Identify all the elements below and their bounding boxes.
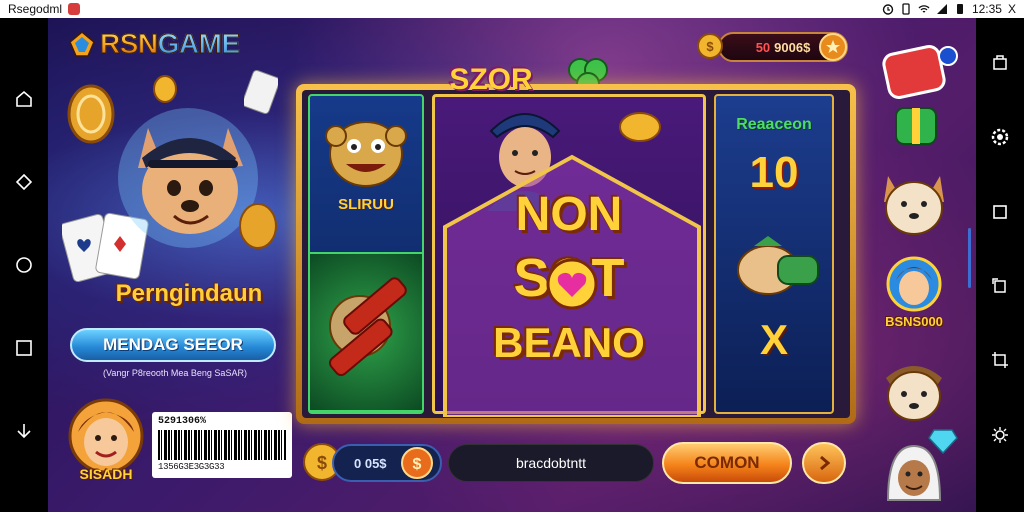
status-bar: Rsegodml 12:35 X: [0, 0, 1024, 18]
settings-button[interactable]: [986, 123, 1014, 151]
balance-value: 9006$: [774, 39, 811, 55]
rotate-icon: [992, 278, 1006, 293]
logo-mark-icon: [69, 31, 95, 57]
logo-text: RSNGAME: [100, 28, 241, 60]
wifi-icon: [918, 5, 930, 13]
dog-avatar-icon[interactable]: [866, 168, 962, 238]
gem-icon: [928, 429, 958, 454]
game-logo: RSNGAME: [68, 28, 241, 60]
add-coins-button[interactable]: [818, 32, 848, 62]
promo-subtitle: (Vangr P8reooth Mea Beng SaSAR): [103, 368, 247, 378]
back-button[interactable]: [10, 168, 38, 196]
scrollbar[interactable]: [968, 228, 971, 288]
square-icon: [16, 339, 32, 356]
reel-1-top: SLIRUU: [310, 96, 422, 254]
promo-title: Perngindaun: [115, 280, 263, 307]
svg-text:$: $: [317, 453, 327, 473]
dog-cap-avatar-icon[interactable]: [866, 354, 962, 424]
right-nav-bar: [976, 18, 1024, 512]
reel-3-multiplier: X: [759, 316, 788, 363]
reel-3[interactable]: Reaaceon 10 X: [714, 94, 834, 414]
home-button[interactable]: [10, 85, 38, 113]
rotate-button[interactable]: [986, 272, 1014, 300]
reel-3-number: 10: [749, 148, 799, 197]
slot-machine: SLIRUU NON BEANO Reaaceon 10 X: [296, 84, 856, 424]
center-line-3: BEANO: [493, 319, 645, 366]
game-area: RSNGAME Perngindaun MENDAG SEEOR (Vangr …: [48, 18, 976, 512]
svg-text:$: $: [413, 456, 422, 473]
vibrate-icon: [902, 3, 910, 15]
crop-icon: [992, 352, 1008, 369]
dog-mascot-icon: [118, 108, 277, 249]
back-icon: [15, 174, 33, 191]
battery-icon: [956, 4, 963, 14]
coin-icon: $: [697, 33, 723, 59]
next-button[interactable]: [802, 442, 846, 484]
left-nav-bar: [0, 18, 48, 512]
promo-button[interactable]: MENDAG SEEOR: [70, 328, 276, 362]
reel-1-bottom: [310, 254, 422, 412]
square-button[interactable]: [10, 334, 38, 362]
alarm-icon: [882, 4, 894, 15]
barcode-card: 5291306% 1356G3E3G3G33: [152, 412, 292, 478]
player-name-input[interactable]: bracdobtntt: [448, 444, 654, 482]
monster-symbol-icon: [325, 121, 407, 187]
reel-1[interactable]: SLIRUU: [308, 94, 424, 414]
home-icon: [16, 91, 32, 108]
player-avatar-icon[interactable]: [866, 254, 962, 314]
brightness-button[interactable]: [986, 421, 1014, 449]
settings-icon: [991, 129, 1009, 146]
reel-1-label: SLIRUU: [338, 196, 394, 213]
svg-text:$: $: [706, 39, 714, 54]
overview-button[interactable]: [986, 198, 1014, 226]
circle-icon: [16, 257, 32, 273]
logo-text-b: GAME: [157, 28, 241, 60]
download-button[interactable]: [10, 417, 38, 445]
barcode-top-text: 5291306%: [158, 416, 207, 427]
app-badge-icon: [68, 3, 81, 15]
screenshot-icon: [993, 55, 1007, 70]
circle-button[interactable]: [10, 251, 38, 279]
barcode-number: 1356G3E3G3G33: [158, 462, 225, 472]
balance-prefix: 50: [755, 39, 771, 55]
bet-increase-button[interactable]: $: [400, 446, 434, 480]
brightness-icon: [992, 426, 1008, 443]
status-app-name: Rsegodml: [8, 2, 63, 16]
right-avatar-label: BSNS000: [885, 314, 943, 329]
logo-text-a: RSN: [100, 28, 159, 60]
overview-icon: [993, 205, 1007, 219]
status-time: 12:35: [971, 2, 1002, 16]
crop-button[interactable]: [986, 346, 1014, 374]
reel-2[interactable]: NON SOT BEANO: [432, 94, 706, 417]
status-suffix: X: [1007, 2, 1016, 16]
reel-3-title: Reaaceon: [736, 116, 812, 133]
spin-button[interactable]: COMON: [662, 442, 792, 484]
gift-box-icon[interactable]: [866, 102, 962, 150]
dice-gift-icon[interactable]: [866, 44, 962, 100]
heart-icon: [546, 258, 598, 310]
chevron-right-icon: [820, 455, 831, 471]
scroll-bomb-icon: [328, 277, 407, 377]
user-label: SISADH: [79, 466, 133, 482]
slot-reels: SLIRUU NON BEANO Reaaceon 10 X: [302, 90, 850, 418]
slot-banner: SZOR: [449, 63, 533, 96]
download-icon: [17, 423, 31, 438]
barcode-icon: [158, 430, 286, 460]
signal-icon: [936, 4, 947, 14]
cannon-symbol-icon: [737, 236, 819, 295]
center-line-1: NON: [515, 188, 623, 241]
screenshot-button[interactable]: [986, 49, 1014, 77]
